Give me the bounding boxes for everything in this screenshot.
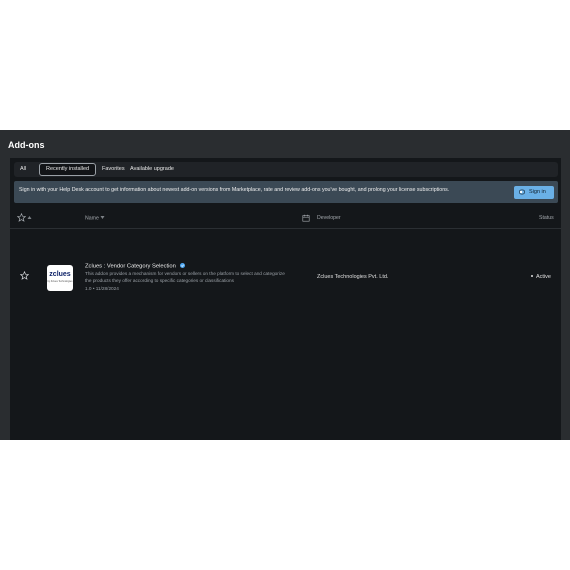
column-header-status[interactable]: Status <box>539 215 554 221</box>
column-header-name[interactable]: Name <box>85 215 105 222</box>
addon-version-date: 1.0 • 11/28/2024 <box>85 286 119 291</box>
tab-recently-installed[interactable]: Recently installed <box>39 163 97 176</box>
logo-wordmark: zclues <box>49 271 71 278</box>
logo-tagline: by Zclues Technologies <box>47 280 73 283</box>
filter-tabs: All Recently installed Favorites Availab… <box>14 162 558 177</box>
column-header-name-label: Name <box>85 215 99 222</box>
toggle-icon <box>519 189 525 195</box>
status-badge: Active <box>531 274 551 280</box>
star-outline-icon[interactable] <box>17 213 26 222</box>
chevron-down-icon <box>100 216 105 219</box>
addon-developer: Zclues Technologies Pvt. Ltd. <box>317 274 389 280</box>
addons-window: Add-ons All Recently installed Favorites… <box>0 130 570 440</box>
page-title: Add-ons <box>8 140 45 150</box>
sign-in-banner: Sign in with your Help Desk account to g… <box>14 181 558 203</box>
tab-all[interactable]: All <box>20 164 26 175</box>
addon-name[interactable]: Zclues : Vendor Category Selection <box>85 263 185 270</box>
star-outline-icon[interactable] <box>20 271 29 280</box>
sign-in-label: Sign in <box>529 189 546 195</box>
addon-description: This addon provides a mechanism for vend… <box>85 271 285 283</box>
sort-arrow-icon[interactable] <box>27 215 32 220</box>
column-header-developer[interactable]: Developer <box>317 215 341 221</box>
sign-in-button[interactable]: Sign in <box>514 186 554 199</box>
addon-logo: zclues by Zclues Technologies <box>47 265 73 291</box>
addon-name-label: Zclues : Vendor Category Selection <box>85 263 176 270</box>
calendar-icon[interactable] <box>302 214 310 222</box>
header-divider <box>10 228 561 229</box>
tab-favorites[interactable]: Favorites <box>102 164 125 175</box>
status-label: Active <box>536 274 551 280</box>
verified-check-icon <box>179 263 185 268</box>
status-dot-icon <box>531 275 533 277</box>
banner-text: Sign in with your Help Desk account to g… <box>19 187 450 193</box>
main-panel: All Recently installed Favorites Availab… <box>10 158 561 440</box>
tab-available-upgrade[interactable]: Available upgrade <box>130 164 174 175</box>
